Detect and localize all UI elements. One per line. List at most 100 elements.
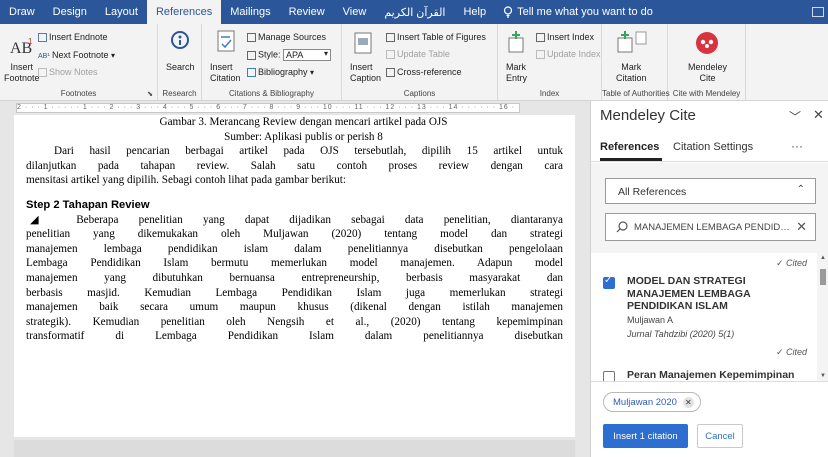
- paragraph-line: penelitian yang dikemukakan oleh Muljawa…: [26, 228, 563, 241]
- mark-citation-button[interactable]: Mark Citation: [616, 62, 647, 84]
- paragraph-line: Dari hasil pencarian berbagai artikel pa…: [54, 145, 563, 158]
- manage-sources-button[interactable]: Manage Sources: [247, 32, 326, 43]
- mark-citation-icon: [616, 30, 648, 57]
- selected-reference-chip[interactable]: Muljawan 2020 ✕: [603, 392, 701, 412]
- insert-citation-icon: [216, 30, 238, 59]
- paragraph-line: berbasis masjid. Kemudian Lembaga Pendid…: [26, 286, 563, 299]
- insert-endnote-button[interactable]: Insert Endnote: [38, 32, 108, 43]
- scroll-thumb[interactable]: [820, 269, 826, 285]
- update-table-button[interactable]: Update Table: [386, 49, 450, 60]
- tab-design[interactable]: Design: [44, 0, 96, 24]
- insert-footnote-icon: AB 1: [10, 36, 34, 59]
- tab-draw[interactable]: Draw: [0, 0, 44, 24]
- close-icon[interactable]: ✕: [813, 107, 824, 123]
- tab-citation-settings[interactable]: Citation Settings: [673, 141, 753, 153]
- mendeley-cite-button[interactable]: Mendeley Cite: [688, 62, 727, 84]
- tab-layout[interactable]: Layout: [96, 0, 147, 24]
- show-notes-icon: [38, 68, 47, 78]
- bibliography-icon: [247, 68, 256, 78]
- results-list: ✓ Cited MODEL DAN STRATEGI MANAJEMEN LEM…: [591, 253, 817, 381]
- search-value: MANAJEMEN LEMBAGA PENDIDIKAN ISLAM: [634, 222, 792, 233]
- show-notes-button[interactable]: Show Notes: [38, 67, 98, 78]
- tab-review[interactable]: Review: [280, 0, 334, 24]
- footnotes-launcher-icon[interactable]: ⬊: [147, 90, 153, 98]
- insert-citation-panel-button[interactable]: Insert 1 citation: [603, 424, 688, 448]
- insert-table-of-figures-button[interactable]: Insert Table of Figures: [386, 32, 486, 43]
- cancel-button[interactable]: Cancel: [697, 424, 743, 448]
- result-checkbox[interactable]: [603, 275, 615, 289]
- insert-index-icon: [536, 33, 545, 43]
- result-journal: Jurnal Tahdzibi (2020) 5(1): [627, 329, 735, 339]
- chip-label: Muljawan 2020: [613, 396, 677, 408]
- result-title[interactable]: MODEL DAN STRATEGI MANAJEMEN LEMBAGA PEN…: [627, 275, 777, 313]
- show-notes-label: Show Notes: [49, 67, 98, 77]
- tab-mailings[interactable]: Mailings: [221, 0, 279, 24]
- style-selector[interactable]: Style: APA: [247, 49, 332, 61]
- style-dropdown[interactable]: APA: [283, 49, 332, 61]
- more-options-icon[interactable]: ···: [791, 139, 803, 153]
- bibliography-label: Bibliography: [258, 67, 308, 77]
- insert-caption-button[interactable]: Insert Caption: [350, 62, 381, 84]
- search-input[interactable]: MANAJEMEN LEMBAGA PENDIDIKAN ISLAM ✕: [605, 213, 816, 241]
- style-label: Style:: [258, 49, 281, 60]
- references-area: All References ⌃ MANAJEMEN LEMBAGA PENDI…: [591, 163, 828, 381]
- results-scrollbar[interactable]: ▲ ▼: [817, 253, 828, 381]
- tab-references-panel[interactable]: References: [600, 141, 659, 153]
- scroll-down-icon[interactable]: ▼: [820, 373, 826, 379]
- tab-references[interactable]: References: [146, 0, 222, 24]
- mark-entry-button[interactable]: Mark Entry: [506, 62, 527, 84]
- lightbulb-icon: [504, 6, 513, 18]
- manage-sources-icon: [247, 33, 256, 43]
- endnote-icon: [38, 33, 47, 43]
- tab-quran[interactable]: القرآن الكريم: [375, 0, 454, 24]
- clear-search-icon[interactable]: ✕: [796, 219, 807, 235]
- update-index-button[interactable]: Update Index: [536, 49, 601, 60]
- citations-group-label: Citations & Bibliography: [229, 89, 314, 98]
- ruler: 2 · · · 1 · · · · · 1 · · · 2 · · · 3 · …: [0, 101, 590, 115]
- chevron-down-icon[interactable]: ﹀: [789, 108, 801, 125]
- insert-index-button[interactable]: Insert Index: [536, 32, 594, 43]
- next-footnote-button[interactable]: AB¹ Next Footnote ▾: [38, 50, 115, 61]
- tell-me-box[interactable]: Tell me what you want to do: [495, 6, 653, 18]
- group-captions: Insert Caption Insert Table of Figures U…: [342, 24, 498, 101]
- paragraph-line: transformatif di Lembaga Pendidikan Isla…: [26, 330, 563, 343]
- insert-table-of-figures-label: Insert Table of Figures: [397, 32, 486, 42]
- paragraph-line: strategik). Kemudian penelitian oleh Nen…: [26, 315, 563, 328]
- mendeley-cite-panel: Mendeley Cite ﹀ ✕ References Citation Se…: [590, 101, 828, 457]
- index-group-label: Index: [539, 89, 560, 98]
- ruler-scale[interactable]: 2 · · · 1 · · · · · 1 · · · 2 · · · 3 · …: [16, 103, 520, 113]
- table-of-figures-icon: [386, 33, 395, 43]
- result-title[interactable]: Peran Manajemen Kepemimpinan: [627, 369, 794, 381]
- panel-footer: Muljawan 2020 ✕ Insert 1 citation Cancel: [591, 381, 828, 457]
- group-research: Search Research: [158, 24, 202, 101]
- insert-endnote-label: Insert Endnote: [49, 32, 108, 42]
- cross-reference-label: Cross-reference: [397, 67, 462, 77]
- search-button[interactable]: Search: [166, 62, 195, 73]
- scroll-up-icon[interactable]: ▲: [820, 255, 826, 261]
- cross-reference-icon: [386, 68, 395, 78]
- cross-reference-button[interactable]: Cross-reference: [386, 67, 462, 78]
- insert-footnote-button[interactable]: Insert Footnote: [4, 62, 40, 84]
- updown-chevron-icon: ⌃: [796, 184, 805, 195]
- comment-icon[interactable]: [812, 7, 824, 17]
- group-citations: Insert Citation Manage Sources Style: AP…: [202, 24, 342, 101]
- next-footnote-label: Next Footnote: [52, 50, 109, 60]
- update-table-icon: [386, 50, 395, 60]
- document-page[interactable]: Gambar 3. Merancang Review dengan mencar…: [14, 115, 575, 437]
- panel-title: Mendeley Cite: [600, 107, 696, 124]
- paragraph-line: ◢ Beberapa penelitian yang dapat dijadik…: [30, 213, 563, 226]
- next-footnote-icon: AB¹: [38, 53, 50, 61]
- result-checkbox[interactable]: [603, 371, 615, 381]
- tab-help[interactable]: Help: [454, 0, 495, 24]
- insert-caption-icon: [354, 32, 372, 57]
- manage-sources-label: Manage Sources: [258, 32, 327, 42]
- group-index: Mark Entry Insert Index Update Index Ind…: [498, 24, 602, 101]
- insert-citation-button[interactable]: Insert Citation: [210, 62, 241, 84]
- tab-view[interactable]: View: [334, 0, 376, 24]
- svg-text:1: 1: [28, 37, 33, 46]
- bibliography-button[interactable]: Bibliography ▾: [247, 67, 314, 78]
- update-index-label: Update Index: [547, 49, 601, 59]
- reference-filter-select[interactable]: All References ⌃: [605, 178, 816, 204]
- remove-chip-icon[interactable]: ✕: [682, 396, 694, 408]
- style-icon: [247, 50, 256, 60]
